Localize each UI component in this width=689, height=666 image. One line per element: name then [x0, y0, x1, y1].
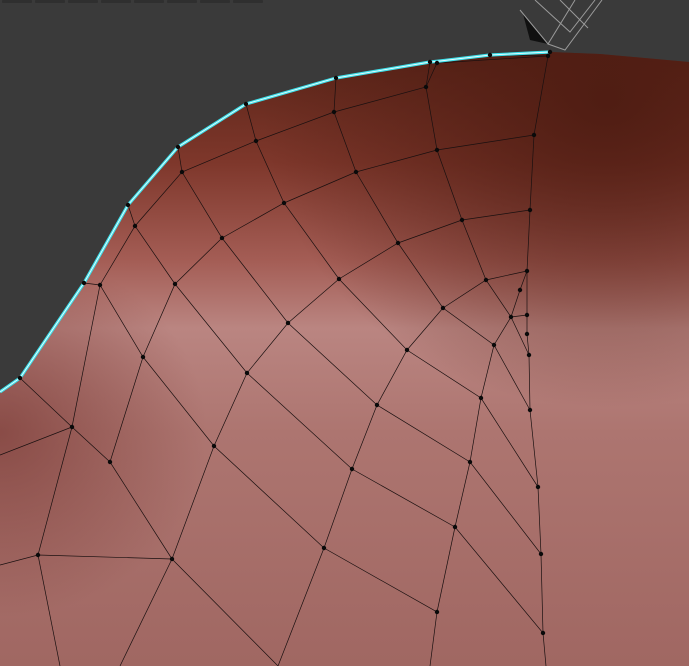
mesh-vertex[interactable]: [211, 443, 217, 449]
mesh-vertex[interactable]: [107, 459, 113, 465]
mesh-vertex[interactable]: [483, 277, 489, 283]
mesh-vertex[interactable]: [244, 370, 250, 376]
mesh-vertex[interactable]: [526, 352, 532, 358]
mesh-vertex[interactable]: [253, 138, 259, 144]
mesh-vertex[interactable]: [179, 169, 185, 175]
mesh-canvas[interactable]: [0, 0, 689, 666]
mesh-vertex[interactable]: [538, 551, 544, 557]
mesh-vertex[interactable]: [374, 402, 380, 408]
mesh-vertex[interactable]: [508, 314, 514, 320]
mesh-vertex[interactable]: [331, 109, 337, 115]
mesh-vertex[interactable]: [349, 466, 355, 472]
mesh-vertex[interactable]: [459, 217, 465, 223]
mesh-vertex[interactable]: [81, 280, 87, 286]
mesh-vertex[interactable]: [321, 545, 327, 551]
mesh-vertex[interactable]: [517, 287, 523, 293]
mesh-vertex[interactable]: [531, 132, 537, 138]
mesh-vertex[interactable]: [434, 609, 440, 615]
mesh-vertex[interactable]: [97, 282, 103, 288]
mesh-vertex[interactable]: [175, 144, 181, 150]
mesh-vertex[interactable]: [285, 320, 291, 326]
mesh-vertex[interactable]: [491, 342, 497, 348]
3d-viewport[interactable]: [0, 0, 689, 666]
mesh-vertex[interactable]: [527, 207, 533, 213]
mesh-vertex[interactable]: [434, 147, 440, 153]
mesh-vertex[interactable]: [524, 268, 530, 274]
mesh-vertex[interactable]: [434, 60, 440, 66]
mesh-vertex[interactable]: [524, 331, 530, 337]
mesh-vertex[interactable]: [527, 407, 533, 413]
mesh-vertex[interactable]: [478, 395, 484, 401]
mesh-vertex[interactable]: [281, 200, 287, 206]
mesh-vertex[interactable]: [395, 240, 401, 246]
mesh-vertex[interactable]: [219, 235, 225, 241]
mesh-vertex[interactable]: [140, 354, 146, 360]
mesh-vertex[interactable]: [547, 49, 553, 55]
mesh-vertex[interactable]: [524, 312, 530, 318]
mesh-vertex[interactable]: [404, 347, 410, 353]
mesh-vertex[interactable]: [243, 101, 249, 107]
surface-shadow: [0, 52, 689, 666]
mesh-vertex[interactable]: [172, 281, 178, 287]
mesh-vertex[interactable]: [427, 59, 433, 65]
mesh-vertex[interactable]: [535, 484, 541, 490]
mesh-vertex[interactable]: [452, 524, 458, 530]
mesh-vertex[interactable]: [333, 75, 339, 81]
mesh-vertex[interactable]: [35, 552, 41, 558]
mesh-vertex[interactable]: [17, 375, 23, 381]
mesh-vertex[interactable]: [125, 202, 131, 208]
mesh-vertex[interactable]: [440, 305, 446, 311]
mesh-vertex[interactable]: [169, 556, 175, 562]
mesh-vertex[interactable]: [545, 53, 551, 59]
mesh-vertex[interactable]: [132, 223, 138, 229]
mesh-vertex[interactable]: [336, 276, 342, 282]
mesh-vertex[interactable]: [540, 630, 546, 636]
camera-gizmo-icon[interactable]: [519, 0, 603, 51]
mesh-vertex[interactable]: [353, 169, 359, 175]
mesh-vertex[interactable]: [69, 424, 75, 430]
mesh-vertex[interactable]: [423, 84, 429, 90]
mesh-vertex[interactable]: [467, 459, 473, 465]
mesh-vertex[interactable]: [487, 52, 493, 58]
